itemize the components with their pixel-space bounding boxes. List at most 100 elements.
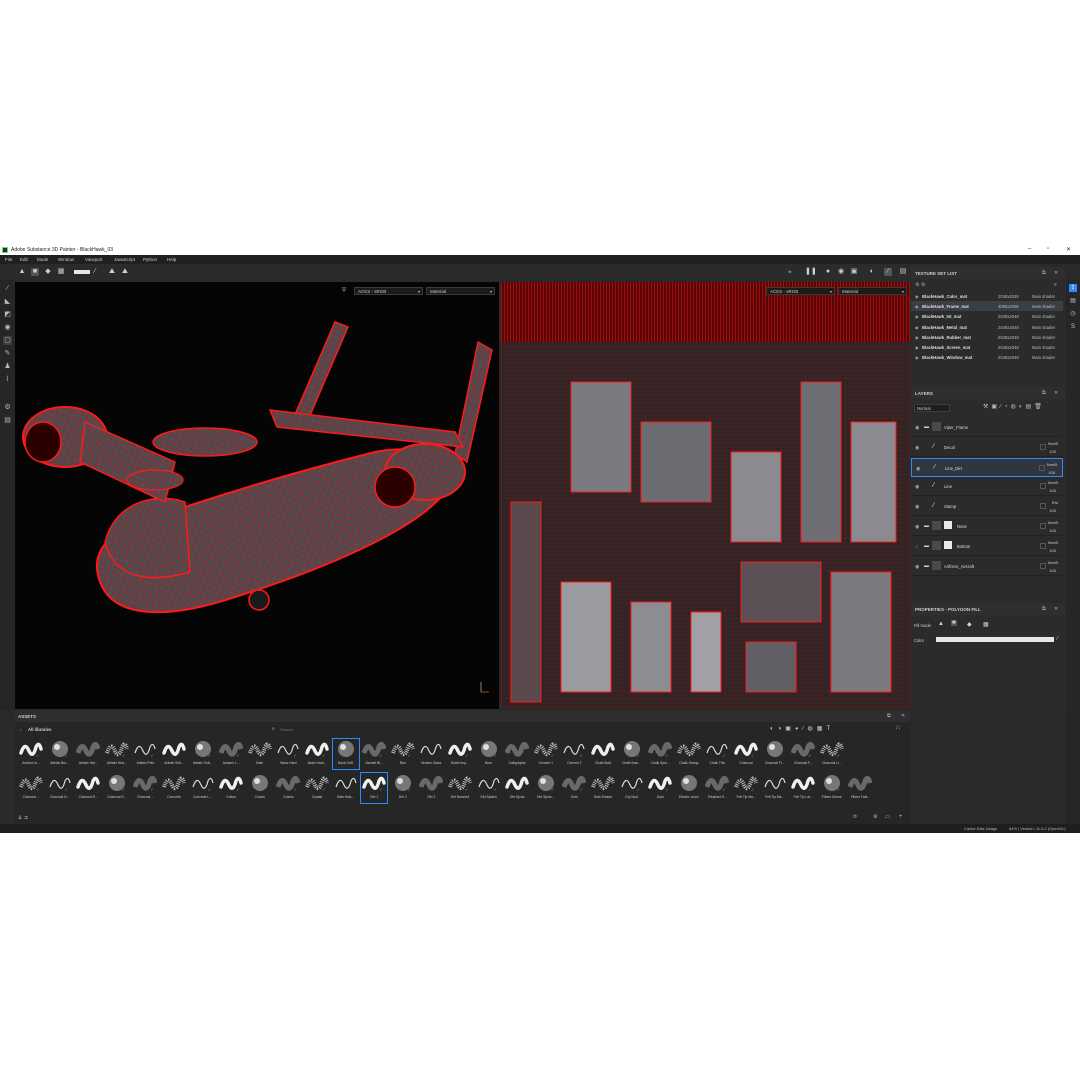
- camera-icon[interactable]: ●: [824, 268, 832, 276]
- library-selector[interactable]: All libraries: [28, 727, 51, 732]
- brush-asset[interactable]: ✓ Artistic Bru...: [47, 739, 73, 769]
- brush-asset[interactable]: ✓ Felt Tip Ma...: [733, 773, 759, 803]
- brush-asset[interactable]: ✓ Cement 1: [533, 739, 559, 769]
- fill-uv-icon[interactable]: ▦: [57, 268, 65, 276]
- layer-opacity[interactable]: 100: [1049, 488, 1056, 493]
- eye-icon[interactable]: ◉: [915, 445, 919, 451]
- brush-asset[interactable]: Artistic Soft...: [161, 739, 187, 769]
- eye-icon[interactable]: ◉: [915, 355, 919, 360]
- brush-asset[interactable]: ✓ Charcoal N...: [47, 773, 73, 803]
- eye-icon[interactable]: ◉: [915, 564, 919, 570]
- brush-asset[interactable]: ✓ Charcoal Li...: [819, 739, 845, 769]
- texture-set-settings-icon[interactable]: ⚙ ⚙: [915, 282, 925, 288]
- layer-select-box[interactable]: [1040, 562, 1046, 569]
- brush-asset[interactable]: Charcoal R...: [75, 773, 101, 803]
- substance-icon[interactable]: S: [1069, 323, 1077, 331]
- undock-icon[interactable]: ⧉: [1042, 606, 1046, 612]
- brush-asset[interactable]: ✓ Barnett Bl...: [361, 739, 387, 769]
- layer-row[interactable]: ◉ ∕ Line_Dirt NrmB 100: [911, 457, 1063, 477]
- brush-asset[interactable]: ✓ Dirt 1: [360, 772, 389, 804]
- brush-asset[interactable]: Chalk Strong: [676, 739, 702, 769]
- share-icon[interactable]: ⇪: [1069, 284, 1077, 292]
- brush-asset[interactable]: Dots Erased: [590, 773, 616, 803]
- close-panel-icon[interactable]: ✕: [1054, 270, 1058, 276]
- menu-viewport[interactable]: Viewport: [85, 257, 102, 262]
- layer-select-box[interactable]: [1040, 483, 1046, 490]
- viewport-3d[interactable]: ⛨ ACES - sRGB ▾ Material ▾: [15, 282, 499, 709]
- layer-opacity[interactable]: 100: [1049, 508, 1056, 513]
- texture-set-row[interactable]: ◉ BlackHawk_Rubber_mat 2048x2048 Main shade…: [911, 332, 1063, 342]
- brush-asset[interactable]: ✓ Crystal: [304, 773, 330, 803]
- eyedropper-icon[interactable]: ⁄: [1057, 636, 1058, 642]
- layer-row[interactable]: ◉ ∕ Stamp Rtu 100: [911, 497, 1063, 517]
- layer-row[interactable]: ◉ ∕ Line NrmB 100: [911, 477, 1063, 497]
- brush-asset[interactable]: ✓ Chalk Thin: [704, 739, 730, 769]
- brush-asset[interactable]: ✓ Dirt Brushed: [447, 773, 473, 803]
- brush-asset[interactable]: Bark: [247, 739, 273, 769]
- folder-icon[interactable]: ▭: [885, 814, 890, 820]
- eye-icon[interactable]: ◉: [915, 425, 919, 431]
- menu-window[interactable]: Window: [58, 257, 74, 262]
- fill-triangle-icon[interactable]: ▲: [18, 268, 26, 276]
- layer-select-box[interactable]: [1040, 523, 1046, 529]
- brush-asset[interactable]: Felt Tip Ma...: [762, 773, 788, 803]
- texture-set-row[interactable]: ◉ BlackHawk_Metal_mat 2048x2048 Main shader: [911, 322, 1063, 332]
- pause-icon[interactable]: ❚❚: [805, 268, 817, 276]
- brush-asset[interactable]: ✓ Chalk Spre...: [647, 739, 673, 769]
- eye-icon[interactable]: ◉: [915, 325, 919, 330]
- eye-icon[interactable]: ○: [915, 544, 918, 550]
- settings-icon[interactable]: ⚙: [873, 814, 877, 820]
- brush-asset[interactable]: Cracks: [247, 773, 273, 803]
- eyedropper-icon[interactable]: ⁄: [91, 268, 99, 276]
- geometry-mask-icon[interactable]: ◉: [3, 323, 12, 332]
- layer-row[interactable]: ◉ ▬ Airforce_Aircraft NrmB 100: [911, 557, 1063, 576]
- menu-help[interactable]: Help: [167, 257, 176, 262]
- brush-asset[interactable]: Fibers Fast...: [847, 773, 873, 803]
- brush-asset[interactable]: ✓ Dirt 2: [390, 773, 416, 803]
- brush-asset[interactable]: ✓ Basic Hard: [275, 739, 301, 769]
- menu-python[interactable]: Python: [143, 257, 157, 262]
- brush-asset[interactable]: Charcoal Fi...: [762, 739, 788, 769]
- texture-set-shader[interactable]: Main shader: [1032, 314, 1055, 319]
- texture-set-shader[interactable]: Main shader: [1032, 325, 1055, 330]
- grid-view-icon[interactable]: ⁙: [895, 724, 901, 732]
- refresh-icon[interactable]: ⟳: [853, 814, 857, 820]
- menu-javascript[interactable]: JavaScript: [114, 257, 135, 262]
- paint-brush-icon[interactable]: ∕: [3, 284, 12, 293]
- eye-icon[interactable]: ◉: [915, 294, 919, 299]
- brush-asset[interactable]: ✓ Charcoal F...: [790, 739, 816, 769]
- brush-asset[interactable]: ✓ Charcoal S...: [104, 773, 130, 803]
- brush-asset[interactable]: ✓ Cotton: [218, 773, 244, 803]
- properties-icon[interactable]: ▤: [1069, 297, 1077, 305]
- layer-row[interactable]: ◉ ∕ Decal NrmB 100: [911, 438, 1063, 457]
- layer-blend[interactable]: Rtu: [1052, 500, 1058, 505]
- close-panel-icon[interactable]: ✕: [901, 713, 905, 719]
- brush-asset[interactable]: ✓ Elephant S...: [704, 773, 730, 803]
- brush-asset[interactable]: ✓ Felt Tip Lar...: [790, 773, 816, 803]
- colorspace-select-2d[interactable]: ACES - sRGB ▾: [766, 287, 835, 295]
- eye-icon[interactable]: ◉: [915, 524, 919, 530]
- brush-asset[interactable]: ✓ Charcoal ...: [132, 773, 158, 803]
- menu-edit[interactable]: Edit: [20, 257, 28, 262]
- brush-asset[interactable]: ✓ Artistic Print: [132, 739, 158, 769]
- brush-asset[interactable]: ✓ Autumn L...: [218, 739, 244, 769]
- brush-asset[interactable]: ✓ Basic Hard...: [304, 739, 330, 769]
- texture-set-shader[interactable]: Main shader: [1032, 294, 1055, 299]
- eye-icon[interactable]: ◉: [916, 466, 920, 472]
- picker-icon[interactable]: ⌇: [3, 375, 12, 384]
- layer-blend[interactable]: NrmB: [1048, 520, 1058, 525]
- texture-set-row[interactable]: ◉ BlackHawk_Screen_mat 2048x2048 Main shade…: [911, 342, 1063, 352]
- brush-asset[interactable]: ✓ Blur: [390, 739, 416, 769]
- eye-icon[interactable]: ◉: [915, 335, 919, 340]
- export-icon[interactable]: ▤: [3, 416, 12, 425]
- layer-blend[interactable]: NrmB: [1047, 462, 1057, 467]
- brush-asset[interactable]: Dirt Spots: [504, 773, 530, 803]
- texture-set-row[interactable]: ◉ BlackHawk_Color_mat 2048x2048 Main shader: [911, 291, 1063, 301]
- chevron-left-icon[interactable]: ‹: [20, 727, 21, 732]
- brush-asset[interactable]: Basic Soft: [331, 738, 360, 770]
- viewport-2d[interactable]: ACES - sRGB ▾ Material ▾: [501, 282, 910, 709]
- close-panel-icon[interactable]: ✕: [1054, 390, 1058, 396]
- layer-select-box[interactable]: [1040, 542, 1046, 549]
- color-swatch[interactable]: [936, 637, 1054, 642]
- eye-icon[interactable]: ◉: [915, 314, 919, 319]
